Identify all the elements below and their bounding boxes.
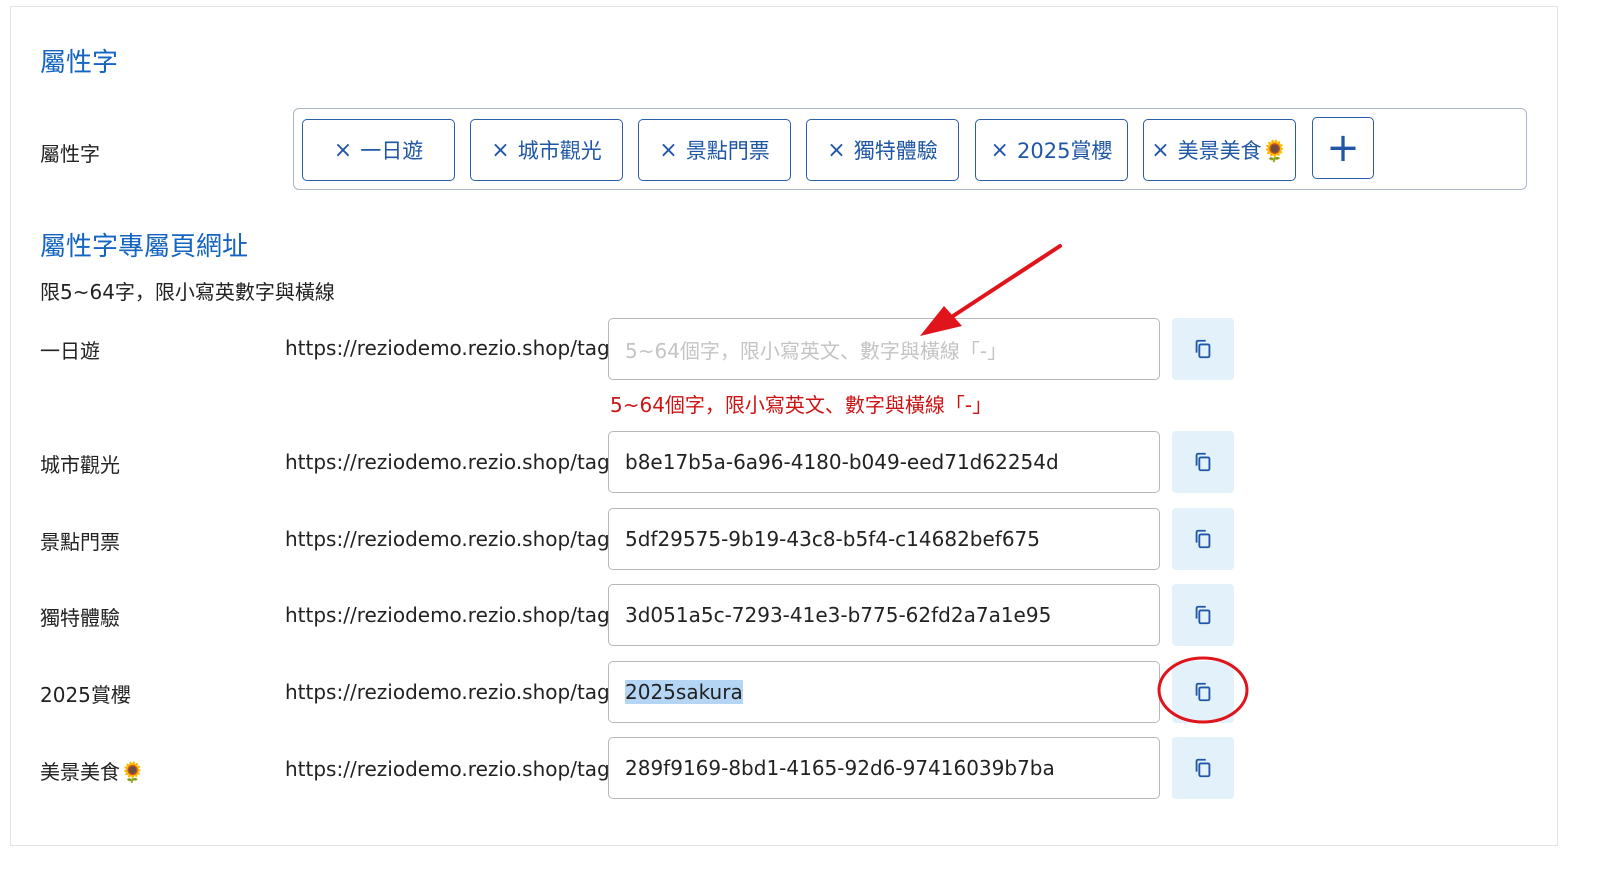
tag-url-input[interactable]: 5df29575-9b19-43c8-b5f4-c14682bef675	[608, 508, 1160, 570]
copy-button[interactable]	[1172, 737, 1234, 799]
tag-url-input[interactable]: 289f9169-8bd1-4165-92d6-97416039b7ba	[608, 737, 1160, 799]
tag-url-value: 289f9169-8bd1-4165-92d6-97416039b7ba	[625, 756, 1055, 780]
copy-icon	[1195, 452, 1211, 472]
tag-url-placeholder: 5~64個字，限小寫英文、數字與橫線「-」	[625, 338, 1008, 363]
close-icon[interactable]: ×	[659, 138, 677, 163]
add-tag-button[interactable]: +	[1312, 117, 1374, 179]
tag-chip-label: 城市觀光	[517, 139, 602, 163]
close-icon[interactable]: ×	[827, 138, 845, 163]
row-label: 美景美食🌻	[40, 760, 145, 784]
copy-icon	[1195, 682, 1211, 702]
plus-icon: +	[1326, 125, 1360, 171]
url-prefix: https://reziodemo.rezio.shop/tag/	[285, 527, 617, 551]
tag-chip-label: 美景美食🌻	[1177, 139, 1288, 163]
copy-icon	[1195, 339, 1211, 359]
close-icon[interactable]: ×	[334, 138, 352, 163]
tag-input-box[interactable]: × 一日遊 × 城市觀光 × 景點門票 × 獨特體驗 × 2025賞櫻 × 美景…	[293, 108, 1527, 190]
copy-icon	[1195, 758, 1211, 778]
tag-chip[interactable]: × 2025賞櫻	[975, 119, 1128, 181]
url-prefix: https://reziodemo.rezio.shop/tag/	[285, 336, 617, 360]
tag-url-value-selected: 2025sakura	[625, 680, 743, 704]
tags-field-label: 屬性字	[40, 142, 100, 166]
tag-url-value: 3d051a5c-7293-41e3-b775-62fd2a7a1e95	[625, 603, 1052, 627]
copy-icon	[1195, 529, 1211, 549]
url-prefix: https://reziodemo.rezio.shop/tag/	[285, 450, 617, 474]
tag-url-value: 5df29575-9b19-43c8-b5f4-c14682bef675	[625, 527, 1041, 551]
section-title-tags: 屬性字	[40, 48, 119, 78]
copy-button[interactable]	[1172, 431, 1234, 493]
tag-url-input[interactable]: 2025sakura	[608, 661, 1160, 723]
tag-url-value: b8e17b5a-6a96-4180-b049-eed71d62254d	[625, 450, 1059, 474]
copy-button[interactable]	[1172, 508, 1234, 570]
tag-chip-label: 一日遊	[360, 139, 424, 163]
url-prefix: https://reziodemo.rezio.shop/tag/	[285, 757, 617, 781]
close-icon[interactable]: ×	[1151, 138, 1169, 163]
copy-icon	[1195, 605, 1211, 625]
url-prefix: https://reziodemo.rezio.shop/tag/	[285, 603, 617, 627]
copy-button[interactable]	[1172, 584, 1234, 646]
close-icon[interactable]: ×	[991, 138, 1009, 163]
tag-chip-label: 獨特體驗	[853, 139, 938, 163]
tag-chip-label: 景點門票	[685, 139, 770, 163]
tag-chip[interactable]: × 景點門票	[638, 119, 791, 181]
tag-url-input[interactable]: 3d051a5c-7293-41e3-b775-62fd2a7a1e95	[608, 584, 1160, 646]
row-label: 景點門票	[40, 530, 120, 554]
row-label: 城市觀光	[40, 453, 120, 477]
row-label: 2025賞櫻	[40, 683, 131, 707]
tag-chip[interactable]: × 一日遊	[302, 119, 455, 181]
url-prefix: https://reziodemo.rezio.shop/tag/	[285, 680, 617, 704]
tag-url-input[interactable]: b8e17b5a-6a96-4180-b049-eed71d62254d	[608, 431, 1160, 493]
copy-button[interactable]	[1172, 661, 1234, 723]
tag-chip-label: 2025賞櫻	[1016, 139, 1113, 163]
row-label: 一日遊	[40, 339, 100, 363]
tag-url-input[interactable]: 5~64個字，限小寫英文、數字與橫線「-」	[608, 318, 1160, 380]
close-icon[interactable]: ×	[491, 138, 509, 163]
url-hint-text: 限5~64字，限小寫英數字與橫線	[40, 280, 335, 304]
copy-button[interactable]	[1172, 318, 1234, 380]
tag-chip[interactable]: × 城市觀光	[470, 119, 623, 181]
tag-chip[interactable]: × 獨特體驗	[806, 119, 959, 181]
row-label: 獨特體驗	[40, 606, 120, 630]
url-error-message: 5~64個字，限小寫英文、數字與橫線「-」	[610, 393, 993, 417]
tag-chip[interactable]: × 美景美食🌻	[1143, 119, 1296, 181]
section-title-tag-urls: 屬性字專屬頁網址	[40, 232, 249, 262]
